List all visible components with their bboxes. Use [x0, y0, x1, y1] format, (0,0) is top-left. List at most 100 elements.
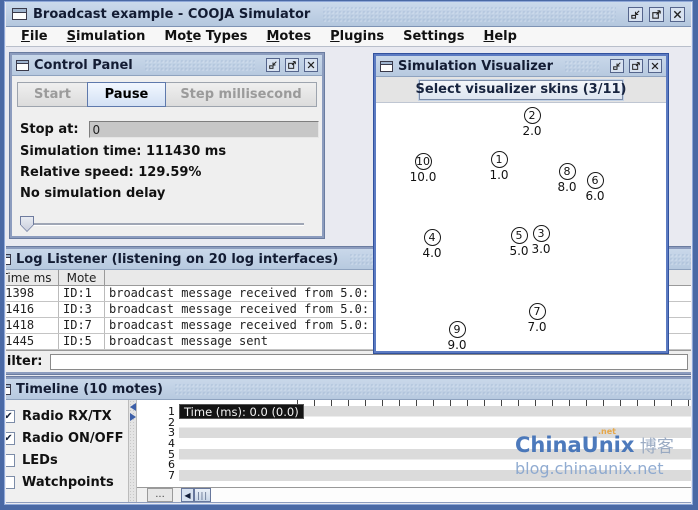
mote-position-label: 7.0: [527, 320, 546, 334]
control-panel-title: Control Panel: [34, 58, 133, 73]
mote-position-label: 3.0: [531, 242, 550, 256]
timeline-row-number: 7: [137, 470, 175, 481]
close-button[interactable]: [648, 59, 662, 73]
minimize-button[interactable]: [610, 59, 624, 73]
log-filter-bar: Filter:: [6, 350, 691, 372]
menu-item-settings[interactable]: Settings: [396, 28, 471, 45]
start-button[interactable]: Start: [17, 82, 88, 107]
checkbox-checked-icon[interactable]: ✔: [6, 410, 15, 423]
timeline-mote-numbers: 1234567: [137, 406, 175, 481]
mote-circle[interactable]: 10: [415, 153, 432, 170]
mote-circle[interactable]: 3: [533, 225, 550, 242]
mote-position-label: 1.0: [489, 168, 508, 182]
mote-position-label: 9.0: [447, 338, 466, 349]
timeline-time-tooltip: Time (ms): 0.0 (0.0): [179, 404, 304, 419]
menu-item-help[interactable]: Help: [476, 28, 523, 45]
window-title: Broadcast example - COOJA Simulator: [33, 7, 310, 22]
mote-2[interactable]: 22.0: [510, 107, 554, 138]
visualizer-window-icon: [380, 61, 393, 72]
mote-circle[interactable]: 6: [587, 172, 604, 189]
pause-button[interactable]: Pause: [87, 82, 166, 107]
timeline-checkbox-radio-rx-tx[interactable]: ✔ Radio RX/TX: [6, 405, 128, 427]
timeline-checkbox-watchpoints[interactable]: Watchpoints: [6, 471, 128, 493]
timeline-scrollbar-row: ... ◀ |||: [137, 487, 691, 502]
menu-item-mote-types[interactable]: Mote Types: [157, 28, 254, 45]
slider-track[interactable]: [20, 223, 304, 225]
app-window-icon: [12, 8, 27, 20]
maximize-button[interactable]: [649, 7, 664, 22]
collapse-right-icon[interactable]: [130, 413, 136, 421]
titlebar-texture: [322, 6, 616, 22]
relative-speed-text: Relative speed: 129.59%: [20, 165, 322, 180]
scrollbar-thumb[interactable]: |||: [194, 488, 211, 502]
delay-slider[interactable]: [20, 215, 314, 232]
stop-at-field[interactable]: [89, 121, 319, 138]
scrollbar-track[interactable]: [211, 488, 691, 502]
menu-item-simulation[interactable]: Simulation: [60, 28, 153, 45]
main-titlebar[interactable]: Broadcast example - COOJA Simulator: [6, 2, 691, 27]
desktop: Log Listener (listening on 20 log interf…: [6, 47, 691, 503]
log-column-mote[interactable]: Mote: [59, 270, 105, 285]
timeline-more-button[interactable]: ...: [147, 488, 173, 502]
mote-position-label: 4.0: [422, 246, 441, 260]
mote-circle[interactable]: 4: [424, 229, 441, 246]
filter-input[interactable]: [50, 354, 688, 370]
cooja-main-window: Broadcast example - COOJA Simulator File…: [0, 0, 698, 510]
checkbox-checked-icon[interactable]: ✔: [6, 432, 15, 445]
split-pane-divider[interactable]: [128, 400, 137, 502]
mote-7[interactable]: 77.0: [515, 303, 559, 334]
menu-item-plugins[interactable]: Plugins: [323, 28, 391, 45]
close-button[interactable]: [670, 7, 685, 22]
timeline-window-icon: [6, 384, 11, 395]
mote-circle[interactable]: 7: [529, 303, 546, 320]
mote-circle[interactable]: 2: [524, 107, 541, 124]
mote-circle[interactable]: 1: [491, 151, 508, 168]
checkbox-unchecked-icon[interactable]: [6, 476, 15, 489]
minimize-button[interactable]: [266, 58, 280, 72]
maximize-button[interactable]: [629, 59, 643, 73]
log-column-time[interactable]: Time ms: [6, 270, 59, 285]
log-cell: ID:7: [59, 318, 105, 333]
scroll-left-arrow-icon[interactable]: ◀: [181, 488, 194, 502]
visualizer-titlebar[interactable]: Simulation Visualizer: [376, 56, 666, 77]
mote-position-label: 10.0: [410, 170, 437, 184]
mote-9[interactable]: 99.0: [435, 321, 479, 349]
control-panel-window: Control Panel Start Pause Step milliseco…: [10, 53, 324, 238]
checkbox-label: Radio RX/TX: [22, 409, 112, 424]
visualizer-canvas[interactable]: 22.01010.011.088.066.044.055.033.077.099…: [376, 103, 666, 349]
checkbox-label: Watchpoints: [22, 475, 114, 490]
minimize-button[interactable]: [628, 7, 643, 22]
collapse-left-icon[interactable]: [130, 403, 136, 411]
checkbox-unchecked-icon[interactable]: [6, 454, 15, 467]
titlebar-texture: [564, 60, 599, 72]
log-cell: 11398: [6, 286, 59, 301]
timeline-checkbox-panel: ✔ Radio RX/TX ✔Radio ON/OFF LEDs Watchpoints: [6, 400, 128, 502]
log-cell: 11416: [6, 302, 59, 317]
log-cell: 11445: [6, 334, 59, 349]
watermark-brand-sup: .net: [598, 428, 616, 437]
mote-4[interactable]: 44.0: [410, 229, 454, 260]
select-visualizer-skins-button[interactable]: Select visualizer skins (3/11): [419, 80, 623, 100]
menu-item-motes[interactable]: Motes: [259, 28, 318, 45]
timeline-titlebar[interactable]: Timeline (10 motes): [6, 379, 691, 400]
filter-label: Filter:: [6, 354, 42, 369]
watermark-brand: ChinaUnix: [515, 433, 634, 457]
mote-6[interactable]: 66.0: [573, 172, 617, 203]
visualizer-title: Simulation Visualizer: [398, 59, 553, 74]
close-button[interactable]: [304, 58, 318, 72]
menu-item-file[interactable]: File: [14, 28, 55, 45]
step-millisecond-button[interactable]: Step millisecond: [165, 82, 317, 107]
control-panel-titlebar[interactable]: Control Panel: [12, 55, 322, 76]
mote-10[interactable]: 1010.0: [401, 153, 445, 184]
mote-position-label: 6.0: [585, 189, 604, 203]
skins-bar: Select visualizer skins (3/11): [376, 77, 666, 103]
timeline-checkbox-leds[interactable]: LEDs: [6, 449, 128, 471]
timeline-checkbox-radio-on-off[interactable]: ✔Radio ON/OFF: [6, 427, 128, 449]
mote-1[interactable]: 11.0: [477, 151, 521, 182]
mote-circle[interactable]: 9: [449, 321, 466, 338]
mote-3[interactable]: 33.0: [519, 225, 563, 256]
mote-position-label: 2.0: [522, 124, 541, 138]
checkbox-label: LEDs: [22, 453, 58, 468]
slider-thumb[interactable]: [20, 216, 34, 232]
maximize-button[interactable]: [285, 58, 299, 72]
